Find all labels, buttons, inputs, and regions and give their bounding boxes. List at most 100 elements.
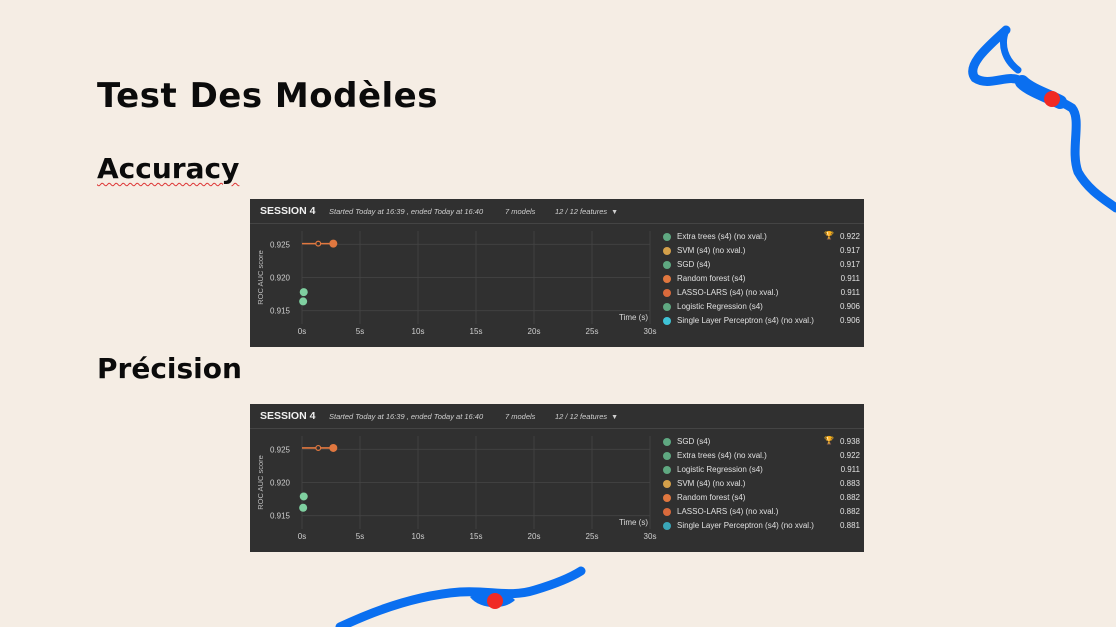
trophy-icon: 🏆: [824, 231, 834, 240]
legend-score: 0.911: [840, 465, 860, 474]
x-axis-label: Time (s): [619, 313, 648, 322]
legend-color-dot: [663, 233, 671, 241]
squiggle-bottom-blob: [470, 592, 515, 608]
precision-chart: 0s 5s 10s 15s 20s 25s 30s 0.915 0.920 0.925 ROC AU…: [256, 436, 657, 541]
legend-model-name: LASSO-LARS (s4) (no xval.): [677, 288, 779, 297]
legend-item[interactable]: Extra trees (s4) (no xval.) 0.922: [662, 449, 860, 463]
legend-model-name: LASSO-LARS (s4) (no xval.): [677, 507, 779, 516]
legend-color-dot: [663, 494, 671, 502]
legend-item[interactable]: Random forest (s4) 0.882: [662, 491, 860, 505]
x-tick-label: 25s: [586, 532, 599, 541]
legend-item[interactable]: Single Layer Perceptron (s4) (no xval.) 0…: [662, 519, 860, 533]
y-tick-label: 0.920: [270, 479, 291, 488]
x-tick-label: 5s: [356, 532, 364, 541]
y-axis-label: ROC AUC score: [256, 455, 265, 510]
y-tick-label: 0.915: [270, 307, 291, 316]
legend-score: 0.922: [839, 232, 860, 241]
legend-item[interactable]: LASSO-LARS (s4) (no xval.) 0.911: [662, 286, 860, 300]
legend-color-dot: [663, 480, 671, 488]
legend-item[interactable]: SGD (s4) 0.938 🏆: [662, 435, 860, 449]
y-tick-label: 0.925: [270, 240, 291, 249]
legend-item[interactable]: LASSO-LARS (s4) (no xval.) 0.882: [662, 505, 860, 519]
data-point: [329, 239, 338, 248]
x-tick-label: 5s: [356, 327, 364, 336]
legend-model-name: Logistic Regression (s4): [677, 302, 763, 311]
legend-model-name: SVM (s4) (no xval.): [677, 246, 746, 255]
legend-model-name: Single Layer Perceptron (s4) (no xval.): [677, 316, 814, 325]
legend-color-dot: [663, 261, 671, 269]
data-point: [315, 240, 322, 247]
legend-score: 0.911: [840, 288, 860, 297]
x-tick-label: 30s: [644, 327, 657, 336]
legend-score: 0.883: [839, 479, 860, 488]
legend-score: 0.917: [839, 260, 860, 269]
data-point: [299, 492, 308, 501]
legend-item[interactable]: Random forest (s4) 0.911: [662, 272, 860, 286]
legend-model-name: Single Layer Perceptron (s4) (no xval.): [677, 521, 814, 530]
legend-score: 0.922: [839, 451, 860, 460]
legend-score: 0.906: [839, 316, 860, 325]
dot-bottom: [487, 593, 503, 609]
legend-color-dot: [663, 317, 671, 325]
data-point: [299, 288, 308, 297]
legend-score: 0.917: [839, 246, 860, 255]
legend-color-dot: [663, 522, 671, 530]
legend-item[interactable]: Logistic Regression (s4) 0.911: [662, 463, 860, 477]
squiggle-top-right-branch: [1000, 26, 1022, 74]
legend-item[interactable]: SGD (s4) 0.917: [662, 258, 860, 272]
squiggle-bottom: [335, 566, 586, 627]
legend-item[interactable]: Extra trees (s4) (no xval.) 0.922 🏆: [662, 230, 860, 244]
x-tick-label: 20s: [528, 532, 541, 541]
legend-model-name: Random forest (s4): [677, 274, 746, 283]
x-tick-label: 15s: [470, 532, 483, 541]
trophy-icon: 🏆: [824, 436, 834, 445]
y-tick-label: 0.920: [270, 274, 291, 283]
x-axis-label: Time (s): [619, 518, 648, 527]
accuracy-results-panel: SESSION 4 Started Today at 16:39 , ended…: [250, 199, 864, 347]
legend-color-dot: [663, 275, 671, 283]
data-point: [315, 444, 322, 451]
legend-color-dot: [663, 508, 671, 516]
y-axis-label: ROC AUC score: [256, 250, 265, 305]
legend-item[interactable]: Logistic Regression (s4) 0.906: [662, 300, 860, 314]
legend-color-dot: [663, 247, 671, 255]
legend-color-dot: [663, 466, 671, 474]
legend-score: 0.911: [840, 274, 860, 283]
precision-results-panel: SESSION 4 Started Today at 16:39 , ended…: [250, 404, 864, 552]
legend-model-name: SGD (s4): [677, 437, 711, 446]
legend-item[interactable]: SVM (s4) (no xval.) 0.883: [662, 477, 860, 491]
x-tick-label: 10s: [412, 327, 425, 336]
legend-score: 0.938: [839, 437, 860, 446]
x-tick-label: 30s: [644, 532, 657, 541]
legend-score: 0.882: [839, 493, 860, 502]
accuracy-legend: Extra trees (s4) (no xval.) 0.922 🏆 SVM (s4…: [662, 230, 860, 328]
squiggle-top-right: [968, 25, 1116, 213]
legend-model-name: SVM (s4) (no xval.): [677, 479, 746, 488]
legend-score: 0.906: [839, 302, 860, 311]
precision-legend: SGD (s4) 0.938 🏆 Extra trees (s4) (no xval.…: [662, 435, 860, 533]
legend-color-dot: [663, 438, 671, 446]
section-accuracy-heading: Accuracy: [97, 152, 240, 185]
legend-model-name: Logistic Regression (s4): [677, 465, 763, 474]
dot-top-right: [1044, 91, 1060, 107]
x-tick-label: 10s: [412, 532, 425, 541]
y-tick-label: 0.915: [270, 512, 291, 521]
squiggle-top-right-inner: [1015, 75, 1067, 109]
legend-model-name: SGD (s4): [677, 260, 711, 269]
data-point: [329, 443, 338, 452]
data-point: [299, 297, 308, 306]
data-point: [299, 503, 308, 512]
legend-model-name: Extra trees (s4) (no xval.): [677, 451, 767, 460]
legend-item[interactable]: SVM (s4) (no xval.) 0.917: [662, 244, 860, 258]
legend-item[interactable]: Single Layer Perceptron (s4) (no xval.) 0…: [662, 314, 860, 328]
y-tick-label: 0.925: [270, 445, 291, 454]
x-tick-label: 20s: [528, 327, 541, 336]
x-tick-label: 0s: [298, 532, 306, 541]
legend-color-dot: [663, 303, 671, 311]
accuracy-chart: 0s 5s 10s 15s 20s 25s 30s 0.915 0.920 0.925 ROC AU…: [256, 231, 657, 336]
legend-score: 0.881: [839, 521, 860, 530]
x-tick-label: 15s: [470, 327, 483, 336]
slide-title: Test Des Modèles: [97, 76, 438, 116]
legend-color-dot: [663, 452, 671, 460]
x-tick-label: 0s: [298, 327, 306, 336]
